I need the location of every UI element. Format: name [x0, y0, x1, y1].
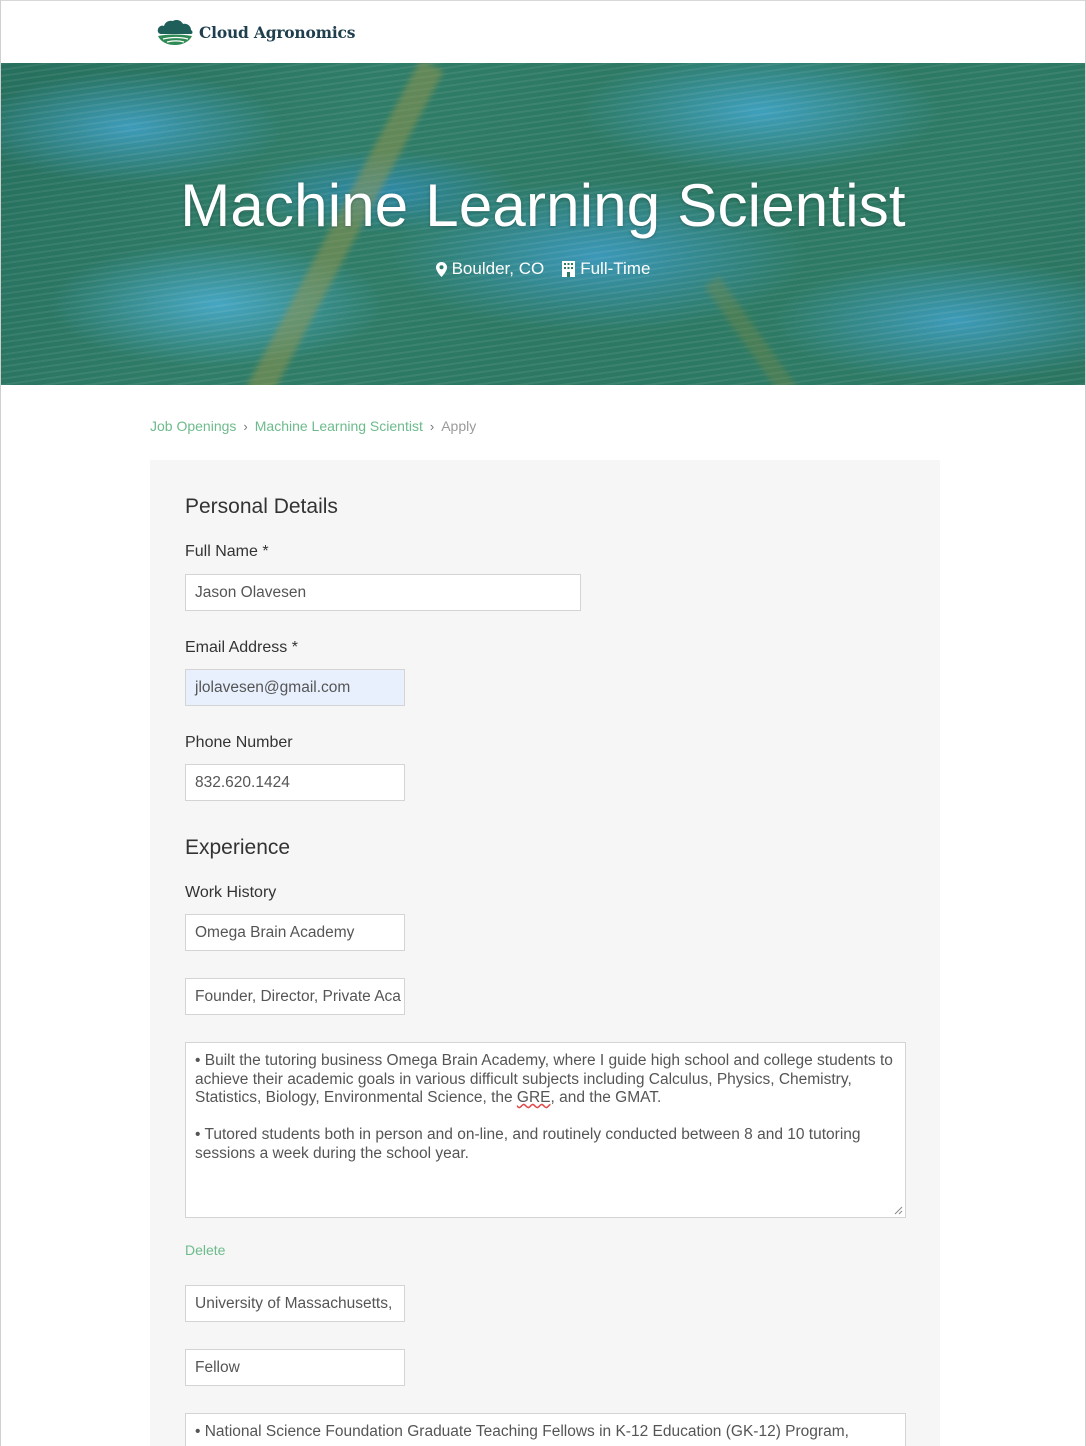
work-history-label: Work History [185, 884, 277, 901]
full-name-input[interactable]: Jason Olavesen [185, 574, 581, 611]
job-description-textarea[interactable]: • National Science Foundation Graduate T… [185, 1413, 906, 1446]
cloud-logo-icon [157, 20, 193, 45]
description-paragraph: • National Science Foundation Graduate T… [195, 1423, 849, 1440]
building-icon [562, 261, 576, 277]
delete-entry-link[interactable]: Delete [185, 1242, 225, 1258]
description-text: , and the GMAT. [550, 1089, 662, 1106]
job-location-text: Boulder, CO [451, 259, 545, 278]
job-type-text: Full-Time [580, 259, 651, 278]
section-title-personal-details: Personal Details [185, 495, 338, 518]
job-title: Machine Learning Scientist [180, 172, 906, 239]
resize-handle-icon[interactable] [893, 1205, 903, 1215]
job-title-input[interactable]: Fellow [185, 1349, 405, 1386]
company-input[interactable]: Omega Brain Academy [185, 914, 405, 951]
hero-texture [704, 275, 834, 385]
breadcrumb-job-title[interactable]: Machine Learning Scientist [255, 418, 423, 434]
company-input[interactable]: University of Massachusetts, [185, 1285, 405, 1322]
chevron-right-icon: › [243, 418, 248, 434]
breadcrumb: Job Openings › Machine Learning Scientis… [150, 418, 476, 434]
full-name-label: Full Name * [185, 543, 269, 560]
section-title-experience: Experience [185, 836, 291, 859]
phone-input[interactable]: 832.620.1424 [185, 764, 405, 801]
job-meta: Boulder, CO Full-Time [0, 259, 1086, 279]
breadcrumb-current: Apply [441, 418, 477, 434]
email-input[interactable]: jlolavesen@gmail.com [185, 669, 405, 706]
brand-logo[interactable]: Cloud Agronomics [155, 18, 355, 46]
description-paragraph: • Built the tutoring business Omega Brai… [195, 1052, 896, 1108]
description-paragraph: • Tutored students both in person and on… [195, 1126, 861, 1162]
brand-name: Cloud Agronomics [199, 22, 356, 42]
chevron-right-icon: › [429, 418, 435, 434]
job-type: Full-Time [562, 259, 650, 279]
breadcrumb-job-openings[interactable]: Job Openings [150, 418, 236, 434]
spellcheck-word: GRE [516, 1089, 551, 1106]
hero-banner: Machine Learning Scientist Boulder, CO F… [0, 63, 1086, 385]
job-location: Boulder, CO [435, 259, 545, 279]
map-pin-icon [435, 261, 447, 277]
job-description-textarea[interactable]: • Built the tutoring business Omega Brai… [185, 1042, 906, 1218]
job-title-input[interactable]: Founder, Director, Private Aca [185, 978, 405, 1015]
email-label: Email Address * [185, 639, 298, 656]
top-header: Cloud Agronomics [0, 0, 1086, 63]
phone-label: Phone Number [185, 734, 293, 751]
